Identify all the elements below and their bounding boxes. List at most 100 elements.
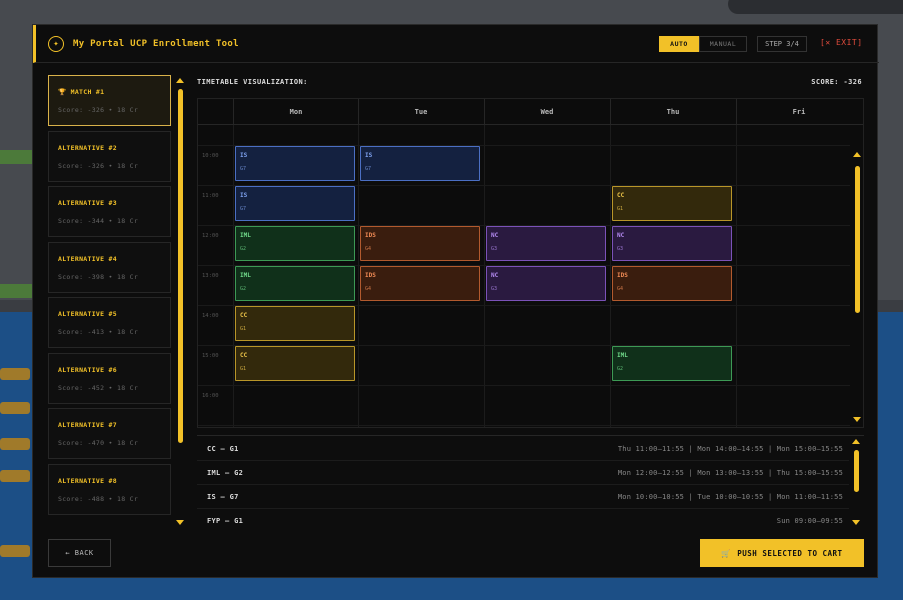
class-slot[interactable]: IS G7 xyxy=(235,146,355,181)
class-slot[interactable]: NC G3 xyxy=(486,266,606,301)
slot-group: G3 xyxy=(491,286,498,292)
class-slot[interactable]: CC G1 xyxy=(235,306,355,341)
class-slot[interactable]: CC G1 xyxy=(612,186,732,221)
slot-course: CC xyxy=(240,312,248,319)
push-to-cart-button[interactable]: 🛒 PUSH SELECTED TO CART xyxy=(700,539,864,567)
sidebar-scroll-down-icon[interactable] xyxy=(176,520,184,525)
slot-group: G7 xyxy=(365,166,372,172)
class-slot[interactable]: IDS G4 xyxy=(360,226,480,261)
step-badge: STEP 3/4 xyxy=(757,36,807,52)
alternatives-list: 🏆 MATCH #1 Score: -326 • 18 Cr ALTERNATIVE… xyxy=(48,75,175,527)
slot-group: G2 xyxy=(240,246,247,252)
class-slot[interactable]: IDS G4 xyxy=(612,266,732,301)
class-slot[interactable]: IML G2 xyxy=(235,226,355,261)
sidebar-scrollbar-thumb[interactable] xyxy=(178,89,183,443)
course-list-scrollbar-thumb[interactable] xyxy=(854,450,859,492)
back-button[interactable]: ← BACK xyxy=(48,539,111,567)
course-row: IML — G2 Mon 12:00–12:55 | Mon 13:00–13:5… xyxy=(197,461,849,485)
class-slot[interactable]: CC G1 xyxy=(235,346,355,381)
slot-course: IS xyxy=(365,152,373,159)
alternative-title: ALTERNATIVE #6 xyxy=(58,365,117,374)
time-label: 10:00 xyxy=(202,153,219,159)
slot-course: CC xyxy=(617,192,625,199)
grid-row-line xyxy=(198,425,850,426)
sidebar-scroll-up-icon[interactable] xyxy=(176,78,184,83)
slot-group: G2 xyxy=(240,286,247,292)
day-header: Fri xyxy=(736,99,861,125)
class-slot[interactable]: IS G7 xyxy=(360,146,480,181)
class-slot[interactable]: IS G7 xyxy=(235,186,355,221)
alternative-title: ALTERNATIVE #4 xyxy=(58,254,117,263)
timetable-scroll-up-icon[interactable] xyxy=(853,152,861,157)
timetable-score: SCORE: -326 xyxy=(811,78,862,86)
grid-column-line xyxy=(484,125,485,427)
class-slot[interactable]: IDS G4 xyxy=(360,266,480,301)
alternative-card[interactable]: ALTERNATIVE #5 Score: -413 • 18 Cr xyxy=(48,297,171,348)
alternative-score: Score: -344 • 18 Cr xyxy=(58,217,139,225)
slot-group: G3 xyxy=(617,246,624,252)
grid-column-line xyxy=(233,125,234,427)
alternative-card[interactable]: ALTERNATIVE #2 Score: -326 • 18 Cr xyxy=(48,130,171,182)
class-slot[interactable]: IML G2 xyxy=(235,266,355,301)
class-slot[interactable]: NC G3 xyxy=(612,226,732,261)
alternative-score: Score: -398 • 18 Cr xyxy=(58,272,139,281)
slot-group: G1 xyxy=(240,366,247,372)
alternative-score: Score: -488 • 18 Cr xyxy=(58,494,139,503)
course-row: IS — G7 Mon 10:00–10:55 | Tue 10:00–10:55… xyxy=(197,485,849,509)
course-row: CC — G1 Thu 11:00–11:55 | Mon 14:00–14:55… xyxy=(197,437,849,461)
alternative-card[interactable]: ALTERNATIVE #6 Score: -452 • 18 Cr xyxy=(48,352,171,404)
alternative-score: Score: -326 • 18 Cr xyxy=(58,106,139,114)
alternative-title: 🏆 MATCH #1 xyxy=(58,88,105,96)
backdrop-pill xyxy=(728,0,903,14)
course-name: CC — G1 xyxy=(207,445,239,453)
day-header: Wed xyxy=(484,99,609,125)
slot-course: IDS xyxy=(365,232,376,239)
alternative-title: ALTERNATIVE #5 xyxy=(58,310,117,318)
slot-course: IML xyxy=(617,352,628,359)
mode-manual-button[interactable]: MANUAL xyxy=(699,36,747,52)
grid-column-line xyxy=(736,125,737,427)
course-name: FYP — G1 xyxy=(207,517,244,525)
slot-group: G2 xyxy=(617,366,624,372)
time-label: 15:00 xyxy=(202,353,219,359)
slot-group: G4 xyxy=(365,246,372,252)
course-name: IML — G2 xyxy=(207,469,244,477)
course-list-scroll-up-icon[interactable] xyxy=(852,439,860,444)
alternative-card[interactable]: 🏆 MATCH #1 Score: -326 • 18 Cr xyxy=(48,75,171,126)
alternative-card[interactable]: ALTERNATIVE #4 Score: -398 • 18 Cr xyxy=(48,241,171,293)
app-title: My Portal UCP Enrollment Tool xyxy=(73,38,239,49)
slot-course: CC xyxy=(240,352,248,359)
backdrop-block xyxy=(0,438,30,450)
time-label: 12:00 xyxy=(202,233,219,239)
course-times: Mon 12:00–12:55 | Mon 13:00–13:55 | Thu … xyxy=(617,469,843,477)
course-list-scroll-down-icon[interactable] xyxy=(852,520,860,525)
timetable-scrollbar-thumb[interactable] xyxy=(855,166,860,313)
grid-row-line xyxy=(198,385,850,386)
slot-group: G1 xyxy=(617,206,624,212)
alternative-title: ALTERNATIVE #3 xyxy=(58,199,117,207)
slot-course: IS xyxy=(240,152,248,159)
backdrop-block xyxy=(0,284,32,298)
timetable-label: TIMETABLE VISUALIZATION: xyxy=(197,78,308,86)
grid-column-line xyxy=(610,125,611,427)
trophy-logo-icon: ✦ xyxy=(48,35,64,52)
push-to-cart-label: PUSH SELECTED TO CART xyxy=(737,548,843,558)
time-label: 14:00 xyxy=(202,313,219,319)
timetable-header: Mon Tue Wed Thu Fri xyxy=(198,99,863,125)
mode-toggle: AUTO MANUAL xyxy=(659,36,747,52)
timetable-scroll-down-icon[interactable] xyxy=(853,417,861,422)
alternative-card[interactable]: ALTERNATIVE #7 Score: -470 • 18 Cr xyxy=(48,408,171,459)
course-times: Mon 10:00–10:55 | Tue 10:00–10:55 | Mon … xyxy=(617,493,843,501)
day-header: Thu xyxy=(610,99,735,125)
class-slot[interactable]: IML G2 xyxy=(612,346,732,381)
backdrop-block xyxy=(0,150,32,164)
alternative-card[interactable]: ALTERNATIVE #8 Score: -488 • 18 Cr xyxy=(48,463,171,515)
class-slot[interactable]: NC G3 xyxy=(486,226,606,261)
slot-course: NC xyxy=(491,232,499,239)
backdrop-block xyxy=(0,402,30,414)
alternative-card[interactable]: ALTERNATIVE #3 Score: -344 • 18 Cr xyxy=(48,186,171,237)
exit-button[interactable]: [✕ EXIT] xyxy=(820,38,863,47)
grid-column-line xyxy=(358,125,359,427)
mode-auto-button[interactable]: AUTO xyxy=(659,36,699,52)
cart-icon: 🛒 xyxy=(721,548,732,558)
